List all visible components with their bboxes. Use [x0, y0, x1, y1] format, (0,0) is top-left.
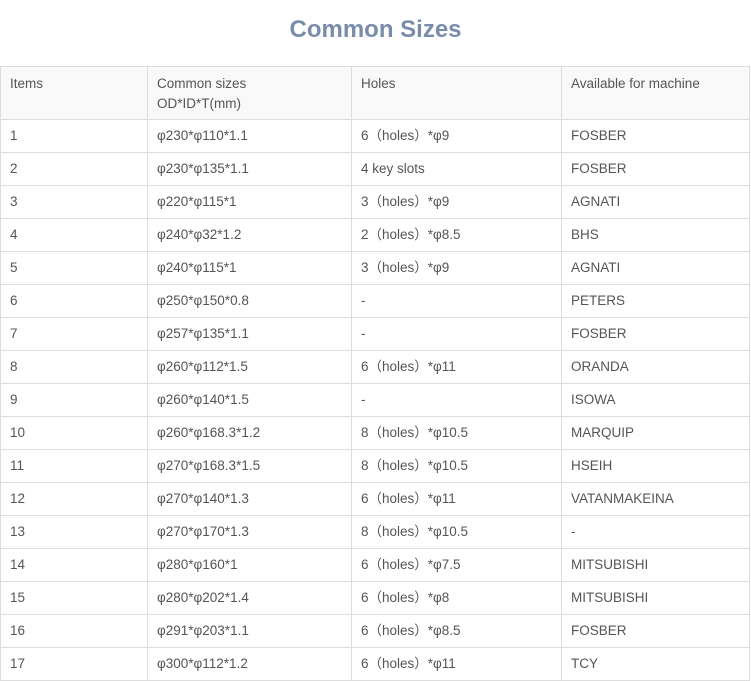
- header-items: Items: [0, 66, 148, 120]
- cell-size: φ240*φ32*1.2: [147, 218, 352, 252]
- cell-size: φ260*φ140*1.5: [147, 383, 352, 417]
- table-row: 17 φ300*φ112*1.2 6（holes）*φ11 TCY: [0, 647, 750, 681]
- cell-item: 16: [0, 614, 148, 648]
- table-row: 4 φ240*φ32*1.2 2（holes）*φ8.5 BHS: [0, 218, 750, 252]
- cell-holes: 8（holes）*φ10.5: [351, 515, 562, 549]
- cell-item: 1: [0, 119, 148, 153]
- cell-holes: 6（holes）*φ11: [351, 647, 562, 681]
- cell-item: 12: [0, 482, 148, 516]
- cell-item: 17: [0, 647, 148, 681]
- table-header: Items Common sizes OD*ID*T(mm) Holes Ava…: [0, 66, 750, 120]
- cell-holes: 3（holes）*φ9: [351, 251, 562, 285]
- cell-holes: 4 key slots: [351, 152, 562, 186]
- cell-machine: ORANDA: [561, 350, 750, 384]
- cell-machine: AGNATI: [561, 185, 750, 219]
- cell-item: 5: [0, 251, 148, 285]
- cell-size: φ270*φ140*1.3: [147, 482, 352, 516]
- table-row: 8 φ260*φ112*1.5 6（holes）*φ11 ORANDA: [0, 350, 750, 384]
- cell-size: φ270*φ170*1.3: [147, 515, 352, 549]
- header-common-sizes: Common sizes OD*ID*T(mm): [147, 66, 352, 120]
- table-row: 16 φ291*φ203*1.1 6（holes）*φ8.5 FOSBER: [0, 614, 750, 648]
- cell-holes: -: [351, 317, 562, 351]
- table-row: 2 φ230*φ135*1.1 4 key slots FOSBER: [0, 152, 750, 186]
- cell-item: 13: [0, 515, 148, 549]
- cell-machine: -: [561, 515, 750, 549]
- cell-machine: MITSUBISHI: [561, 548, 750, 582]
- table-row: 11 φ270*φ168.3*1.5 8（holes）*φ10.5 HSEIH: [0, 449, 750, 483]
- table-row: 12 φ270*φ140*1.3 6（holes）*φ11 VATANMAKEINA: [0, 482, 750, 516]
- cell-item: 4: [0, 218, 148, 252]
- cell-machine: FOSBER: [561, 614, 750, 648]
- cell-machine: AGNATI: [561, 251, 750, 285]
- table-row: 5 φ240*φ115*1 3（holes）*φ9 AGNATI: [0, 251, 750, 285]
- cell-machine: BHS: [561, 218, 750, 252]
- cell-machine: TCY: [561, 647, 750, 681]
- cell-size: φ220*φ115*1: [147, 185, 352, 219]
- cell-size: φ280*φ202*1.4: [147, 581, 352, 615]
- cell-machine: MARQUIP: [561, 416, 750, 450]
- cell-holes: 6（holes）*φ11: [351, 482, 562, 516]
- cell-holes: 6（holes）*φ8: [351, 581, 562, 615]
- cell-holes: 6（holes）*φ11: [351, 350, 562, 384]
- cell-size: φ291*φ203*1.1: [147, 614, 352, 648]
- table-row: 15 φ280*φ202*1.4 6（holes）*φ8 MITSUBISHI: [0, 581, 750, 615]
- cell-item: 2: [0, 152, 148, 186]
- cell-size: φ300*φ112*1.2: [147, 647, 352, 681]
- cell-holes: 2（holes）*φ8.5: [351, 218, 562, 252]
- common-sizes-table: Items Common sizes OD*ID*T(mm) Holes Ava…: [0, 66, 750, 681]
- cell-holes: -: [351, 284, 562, 318]
- cell-machine: VATANMAKEINA: [561, 482, 750, 516]
- table-row: 7 φ257*φ135*1.1- FOSBER: [0, 317, 750, 351]
- cell-size: φ270*φ168.3*1.5: [147, 449, 352, 483]
- cell-machine: FOSBER: [561, 317, 750, 351]
- cell-item: 9: [0, 383, 148, 417]
- table-row: 3 φ220*φ115*1 3（holes）*φ9 AGNATI: [0, 185, 750, 219]
- table-row: 6 φ250*φ150*0.8- PETERS: [0, 284, 750, 318]
- cell-item: 7: [0, 317, 148, 351]
- cell-holes: 3（holes）*φ9: [351, 185, 562, 219]
- cell-size: φ260*φ168.3*1.2: [147, 416, 352, 450]
- cell-size: φ240*φ115*1: [147, 251, 352, 285]
- cell-size: φ230*φ110*1.1: [147, 119, 352, 153]
- cell-machine: HSEIH: [561, 449, 750, 483]
- table-row: 9 φ260*φ140*1.5- ISOWA: [0, 383, 750, 417]
- cell-holes: 8（holes）*φ10.5: [351, 449, 562, 483]
- cell-item: 3: [0, 185, 148, 219]
- cell-item: 8: [0, 350, 148, 384]
- cell-holes: 6（holes）*φ8.5: [351, 614, 562, 648]
- cell-holes: -: [351, 383, 562, 417]
- cell-size: φ260*φ112*1.5: [147, 350, 352, 384]
- cell-machine: MITSUBISHI: [561, 581, 750, 615]
- cell-size: φ230*φ135*1.1: [147, 152, 352, 186]
- cell-size: φ250*φ150*0.8: [147, 284, 352, 318]
- header-holes: Holes: [351, 66, 562, 120]
- cell-machine: PETERS: [561, 284, 750, 318]
- page-title: Common Sizes: [289, 16, 462, 43]
- cell-machine: FOSBER: [561, 152, 750, 186]
- cell-item: 15: [0, 581, 148, 615]
- cell-item: 14: [0, 548, 148, 582]
- cell-item: 11: [0, 449, 148, 483]
- cell-size: φ280*φ160*1: [147, 548, 352, 582]
- header-machine: Available for machine: [561, 66, 750, 120]
- cell-machine: FOSBER: [561, 119, 750, 153]
- cell-item: 6: [0, 284, 148, 318]
- table-row: 1 φ230*φ110*1.1 6（holes）*φ9 FOSBER: [0, 119, 750, 153]
- header-row: Items Common sizes OD*ID*T(mm) Holes Ava…: [0, 66, 750, 120]
- cell-holes: 6（holes）*φ9: [351, 119, 562, 153]
- cell-item: 10: [0, 416, 148, 450]
- cell-machine: ISOWA: [561, 383, 750, 417]
- header-common-sizes-label: Common sizes: [157, 76, 247, 91]
- table-row: 10 φ260*φ168.3*1.2 8（holes）*φ10.5 MARQUIP: [0, 416, 750, 450]
- cell-holes: 8（holes）*φ10.5: [351, 416, 562, 450]
- table-row: 13 φ270*φ170*1.3 8（holes）*φ10.5-: [0, 515, 750, 549]
- cell-size: φ257*φ135*1.1: [147, 317, 352, 351]
- table-row: 14 φ280*φ160*1 6（holes）*φ7.5 MITSUBISHI: [0, 548, 750, 582]
- table-body: 1 φ230*φ110*1.1 6（holes）*φ9 FOSBER 2 φ230*φ13…: [0, 119, 750, 681]
- cell-holes: 6（holes）*φ7.5: [351, 548, 562, 582]
- header-common-sizes-unit: OD*ID*T(mm): [157, 96, 241, 111]
